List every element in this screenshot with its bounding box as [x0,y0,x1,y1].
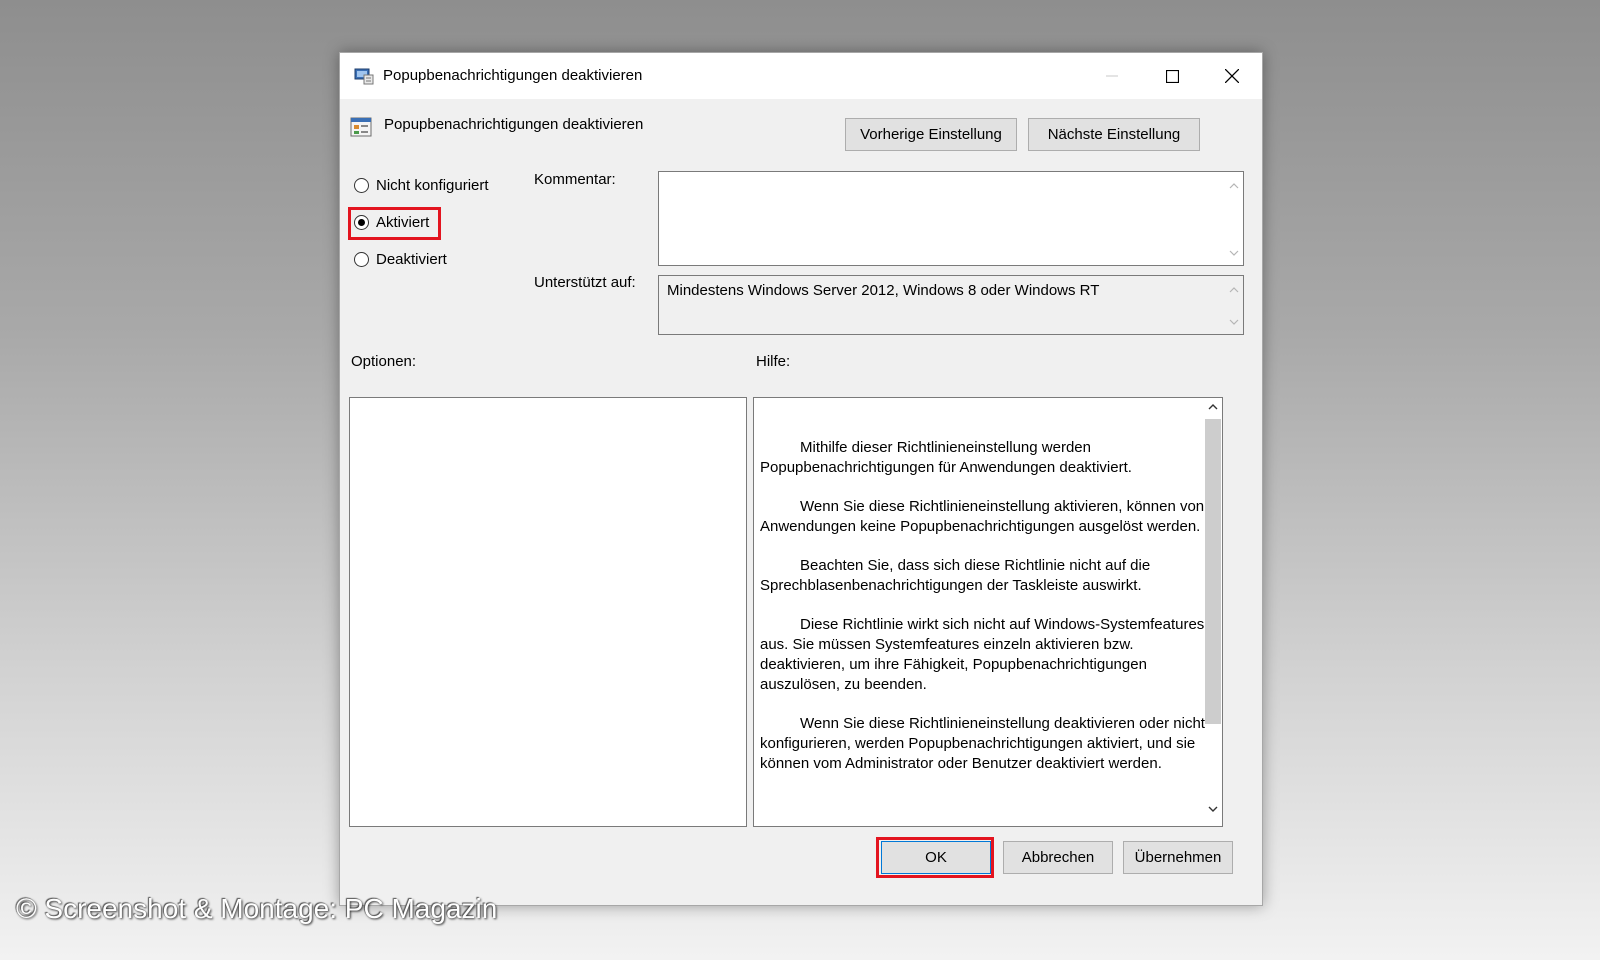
radio-label: Deaktiviert [376,251,447,268]
radio-circle[interactable] [354,252,369,267]
scroll-up-icon[interactable] [1208,402,1218,412]
supported-scrollbar[interactable] [1225,276,1243,334]
close-button[interactable] [1202,53,1262,99]
cancel-button[interactable]: Abbrechen [1003,841,1113,874]
apply-button[interactable]: Übernehmen [1123,841,1233,874]
title-bar[interactable]: Popupbenachrichtigungen deaktivieren [340,53,1262,99]
help-paragraph: Mithilfe dieser Richtlinieneinstellung w… [760,439,1132,476]
maximize-icon [1165,69,1179,83]
supported-field: Mindestens Windows Server 2012, Windows … [658,275,1244,335]
options-label: Optionen: [351,353,417,370]
comment-label: Kommentar: [534,171,616,188]
comment-scrollbar[interactable] [1225,172,1243,265]
window-title: Popupbenachrichtigungen deaktivieren [383,67,643,84]
scroll-down-icon[interactable] [1229,317,1239,327]
help-panel[interactable]: Mithilfe dieser Richtlinieneinstellung w… [753,397,1223,827]
radio-circle[interactable] [354,178,369,193]
next-setting-button[interactable]: Nächste Einstellung [1028,118,1200,151]
supported-value: Mindestens Windows Server 2012, Windows … [667,282,1100,299]
help-paragraph: Beachten Sie, dass sich diese Richtlinie… [760,557,1151,594]
highlight-enabled [348,207,441,240]
maximize-button[interactable] [1142,53,1202,99]
radio-not-configured[interactable]: Nicht konfiguriert [354,177,489,194]
help-label: Hilfe: [756,353,791,370]
scroll-thumb[interactable] [1205,419,1221,724]
minimize-icon [1106,75,1118,77]
radio-label: Nicht konfiguriert [376,177,489,194]
scroll-down-icon[interactable] [1208,804,1218,814]
group-policy-icon [354,68,374,85]
scroll-up-icon[interactable] [1229,285,1239,295]
policy-dialog: Popupbenachrichtigungen deaktivieren Pop… [339,52,1263,906]
scroll-down-icon[interactable] [1229,248,1239,258]
minimize-button[interactable] [1082,53,1142,99]
scroll-up-icon[interactable] [1229,181,1239,191]
comment-textarea[interactable] [658,171,1244,266]
options-panel[interactable] [349,397,747,827]
help-scrollbar[interactable] [1204,397,1222,817]
copyright-watermark: © Screenshot & Montage: PC Magazin [16,893,498,924]
radio-disabled[interactable]: Deaktiviert [354,251,447,268]
policy-setting-icon [350,117,372,137]
policy-name: Popupbenachrichtigungen deaktivieren [384,116,644,133]
close-icon [1225,69,1239,83]
supported-label: Unterstützt auf: [534,274,636,291]
previous-setting-button[interactable]: Vorherige Einstellung [845,118,1017,151]
help-text: Mithilfe dieser Richtlinieneinstellung w… [760,438,1210,793]
help-paragraph: Wenn Sie diese Richtlinieneinstellung ak… [760,498,1205,535]
help-paragraph: Wenn Sie diese Richtlinieneinstellung de… [760,715,1205,772]
highlight-ok [876,837,994,878]
help-paragraph: Diese Richtlinie wirkt sich nicht auf Wi… [760,616,1205,693]
